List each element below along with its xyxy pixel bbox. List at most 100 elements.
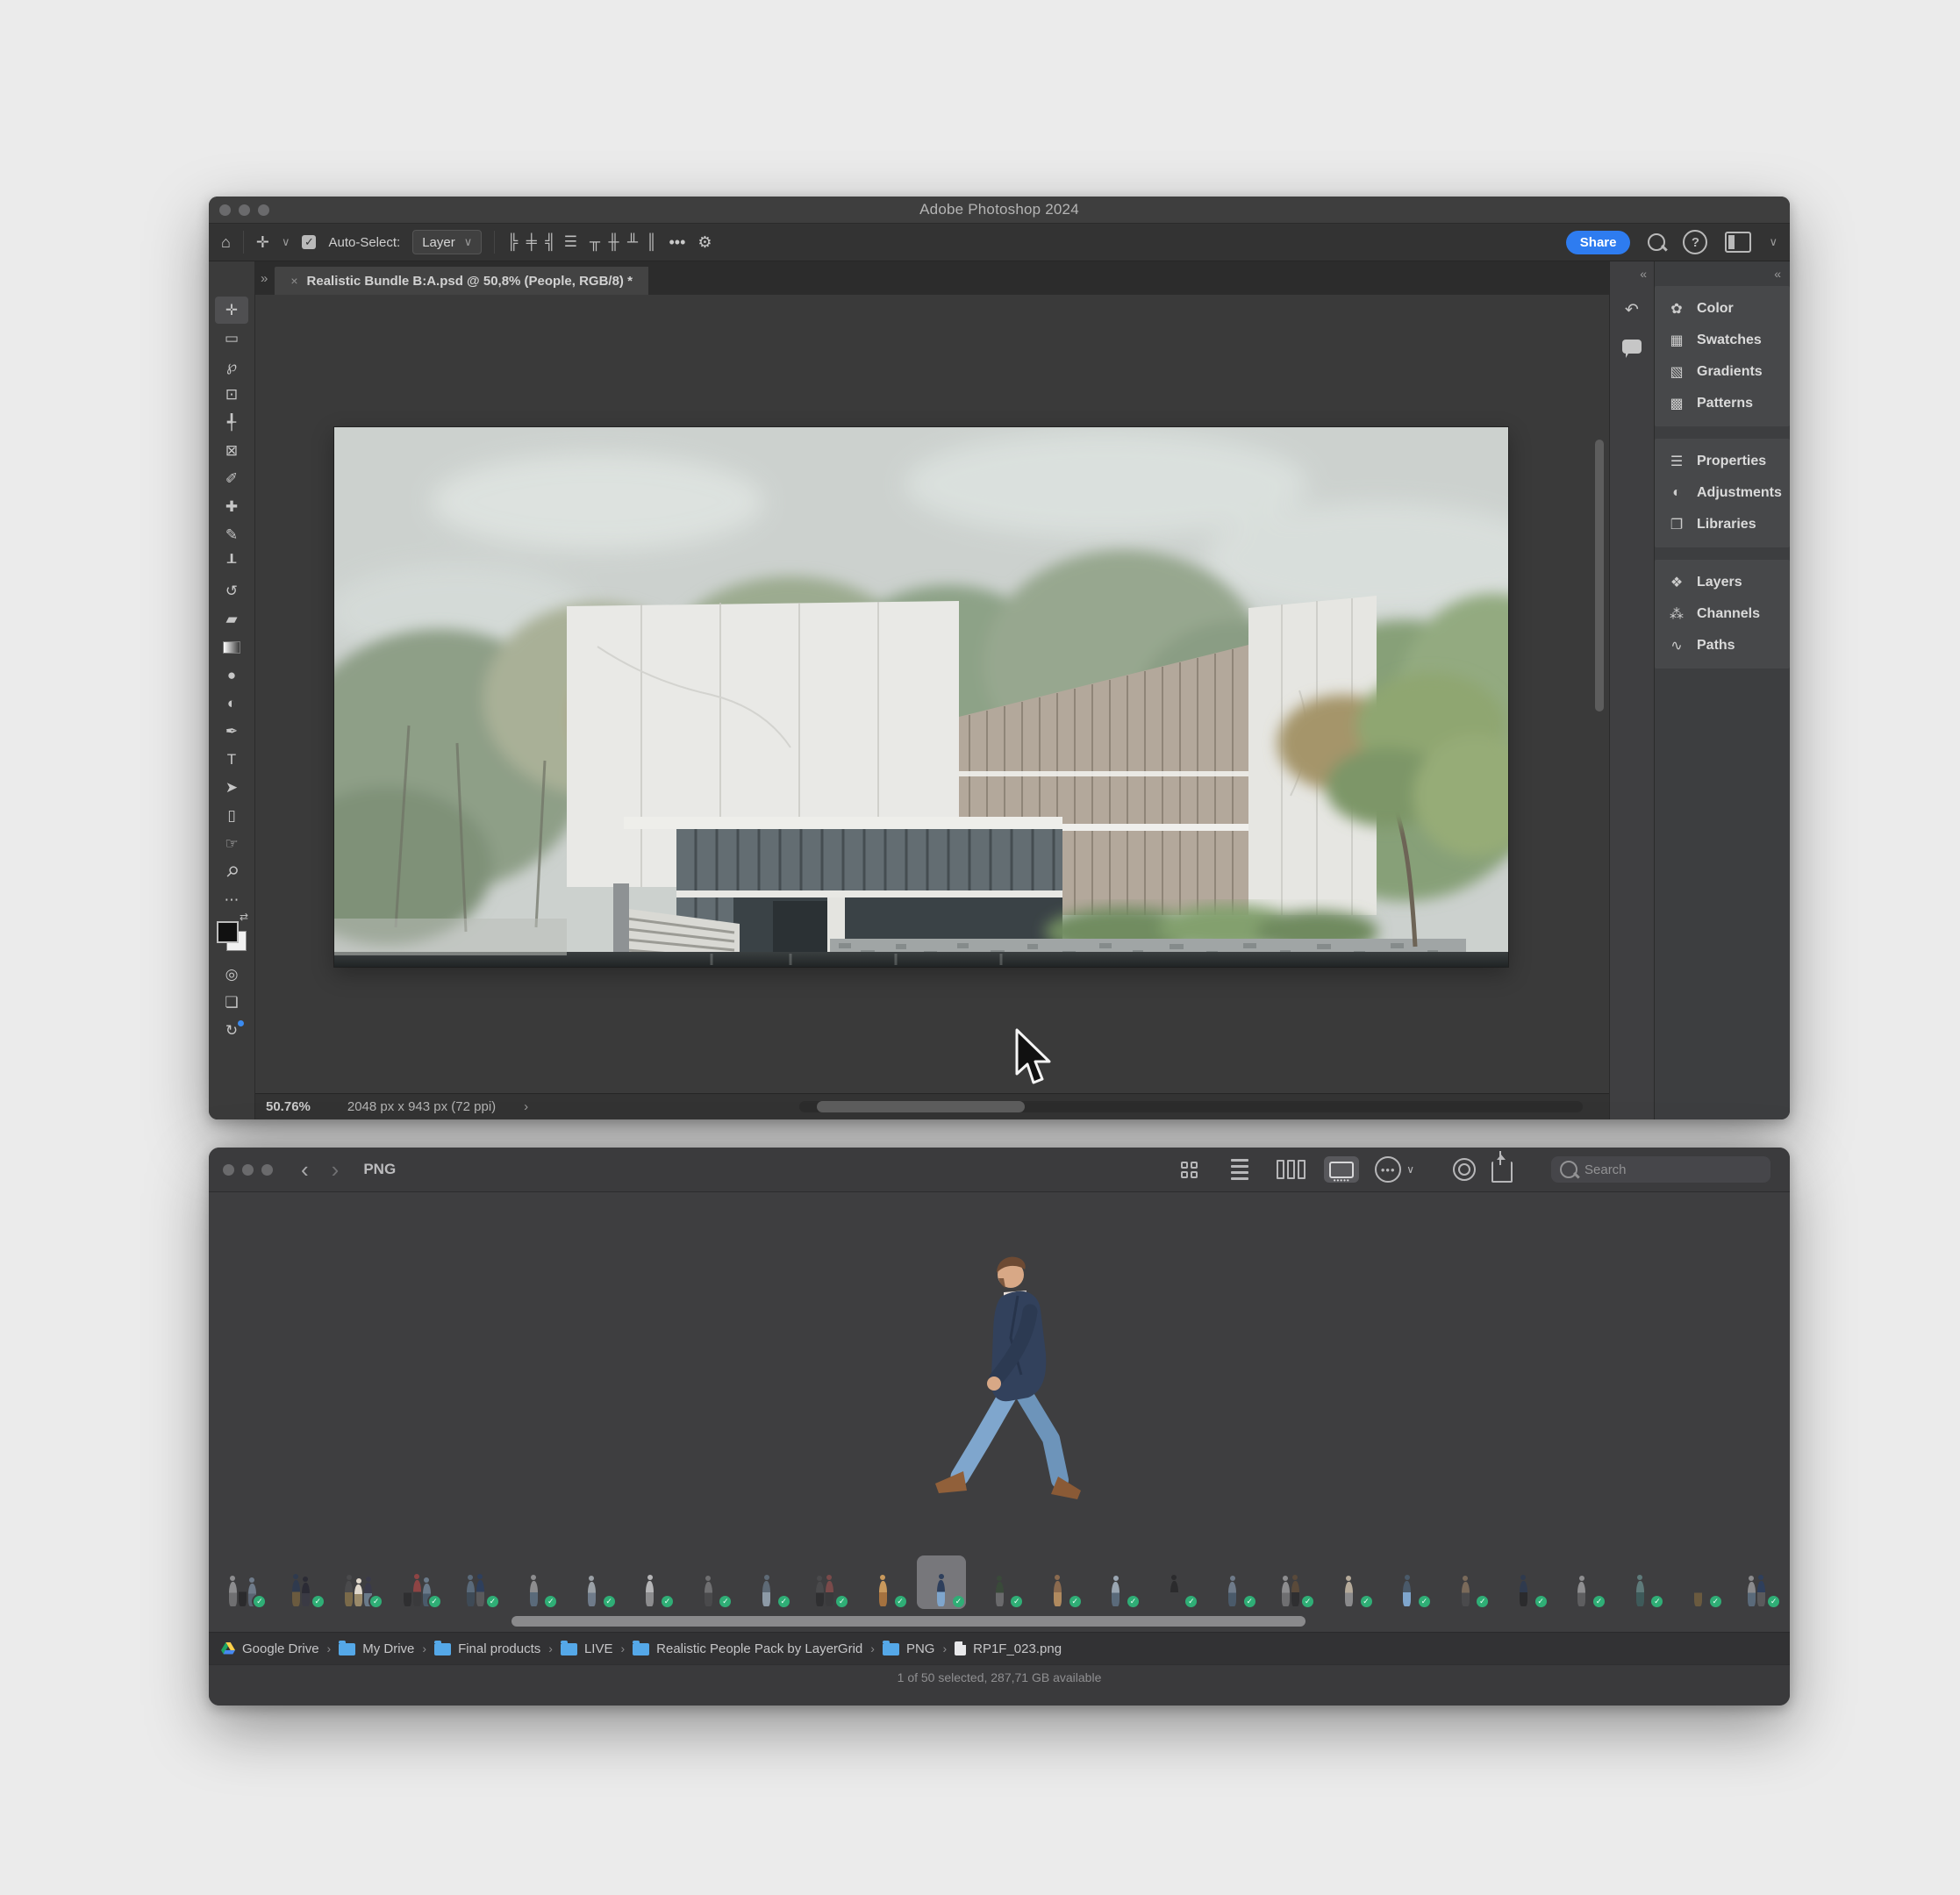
filmstrip-thumbnail[interactable]: ✓ <box>392 1555 441 1609</box>
breadcrumb-item[interactable]: RP1F_023.png <box>955 1641 1062 1656</box>
panel-tab-swatches[interactable]: ▦Swatches <box>1655 325 1790 356</box>
panel-tab-adjustments[interactable]: ◐Adjustments <box>1655 477 1790 509</box>
filmstrip-thumbnail[interactable]: ✓ <box>626 1555 675 1609</box>
document-tab[interactable]: × Realistic Bundle B:A.psd @ 50,8% (Peop… <box>275 267 648 295</box>
quick-mask-icon[interactable]: ◎ <box>215 961 248 988</box>
horizontal-scrollbar-thumb[interactable] <box>817 1101 1025 1112</box>
comments-panel-icon[interactable] <box>1622 340 1642 354</box>
distribute-buttons[interactable]: ╥ ╫ ╨ ║ <box>590 233 657 251</box>
breadcrumb-item[interactable]: PNG <box>883 1641 935 1656</box>
marquee-tool-icon[interactable]: ▭ <box>215 325 248 352</box>
panel-tab-channels[interactable]: ⁂Channels <box>1655 598 1790 630</box>
filmstrip-thumbnail[interactable]: ✓ <box>509 1555 558 1609</box>
breadcrumb-item[interactable]: Final products <box>434 1641 540 1656</box>
rectangle-tool-icon[interactable]: ▯ <box>215 802 248 829</box>
filmstrip-thumbnail[interactable]: ✓ <box>1091 1555 1141 1609</box>
type-tool-icon[interactable]: T <box>215 746 248 773</box>
swap-colors-icon[interactable]: ⇄ <box>240 911 248 923</box>
filmstrip-thumbnail[interactable]: ✓ <box>1383 1555 1432 1609</box>
panel-tab-color[interactable]: ✿Color <box>1655 293 1790 325</box>
column-view-button[interactable] <box>1273 1156 1308 1183</box>
group-menu-button[interactable]: •••∨ <box>1375 1156 1414 1183</box>
gallery-view-button[interactable] <box>1324 1156 1359 1183</box>
eyedropper-tool-icon[interactable]: ✐ <box>215 465 248 492</box>
search-icon[interactable] <box>1648 233 1665 251</box>
filmstrip-thumbnail-selected[interactable]: ✓ <box>917 1555 966 1609</box>
hand-tool-icon[interactable]: ☞ <box>215 830 248 857</box>
filmstrip-scrollbar[interactable] <box>209 1613 1790 1632</box>
panel-tab-paths[interactable]: ∿Paths <box>1655 630 1790 661</box>
canvas-image[interactable] <box>334 427 1508 967</box>
breadcrumb-item[interactable]: My Drive <box>339 1641 414 1656</box>
filmstrip-thumbnail[interactable]: ✓ <box>1149 1555 1198 1609</box>
share-icon[interactable] <box>1491 1162 1513 1183</box>
help-icon[interactable]: ? <box>1683 230 1707 254</box>
more-options-icon[interactable]: ••• <box>669 234 686 250</box>
move-tool-icon[interactable]: ✛ <box>215 297 248 324</box>
blur-tool-icon[interactable]: ● <box>215 661 248 689</box>
filmstrip-thumbnail[interactable]: ✓ <box>1732 1555 1781 1609</box>
filmstrip-thumbnail[interactable]: ✓ <box>1673 1555 1722 1609</box>
home-icon[interactable]: ⌂ <box>221 234 231 250</box>
filmstrip-thumbnail[interactable]: ✓ <box>1441 1555 1490 1609</box>
path-selection-tool-icon[interactable]: ➤ <box>215 774 248 801</box>
history-panel-icon[interactable]: ↶ <box>1625 300 1639 320</box>
filmstrip-thumbnail[interactable]: ✓ <box>275 1555 325 1609</box>
filmstrip-thumbnail[interactable]: ✓ <box>1557 1555 1606 1609</box>
filmstrip-thumbnail[interactable]: ✓ <box>800 1555 849 1609</box>
minimize-window-button[interactable] <box>242 1164 254 1176</box>
canvas-area[interactable] <box>255 295 1609 1093</box>
filmstrip-thumbnail[interactable]: ✓ <box>1033 1555 1082 1609</box>
gallery-preview-area[interactable] <box>209 1192 1790 1551</box>
photoshop-titlebar[interactable]: Adobe Photoshop 2024 <box>209 197 1790 224</box>
filmstrip-thumbnail[interactable]: ✓ <box>334 1555 383 1609</box>
filmstrip-thumbnail[interactable]: ✓ <box>1615 1555 1664 1609</box>
breadcrumb-item[interactable]: Realistic People Pack by LayerGrid <box>633 1641 862 1656</box>
frame-tool-icon[interactable]: ⊠ <box>215 437 248 464</box>
icon-view-button[interactable] <box>1171 1156 1206 1183</box>
filmstrip-thumbnail[interactable]: ✓ <box>975 1555 1024 1609</box>
status-chevron-icon[interactable]: › <box>524 1099 528 1114</box>
lasso-tool-icon[interactable]: ℘ <box>215 353 248 380</box>
filmstrip-thumbnail[interactable]: ✓ <box>451 1555 500 1609</box>
collapse-panels-icon[interactable]: » <box>255 271 275 295</box>
filmstrip-scrollbar-thumb[interactable] <box>511 1616 1305 1627</box>
edit-toolbar-icon[interactable]: ⋯ <box>215 886 248 913</box>
filmstrip-thumbnail[interactable]: ✓ <box>1324 1555 1373 1609</box>
collapse-dock-icon[interactable]: « <box>1640 267 1654 281</box>
filmstrip-thumbnail[interactable]: ✓ <box>567 1555 616 1609</box>
filmstrip-thumbnail[interactable]: ✓ <box>218 1555 267 1609</box>
foreground-background-colors[interactable]: ⇄ <box>217 921 247 951</box>
clone-stamp-tool-icon[interactable]: ┸ <box>215 549 248 576</box>
chevron-down-icon[interactable]: ∨ <box>282 235 290 249</box>
list-view-button[interactable] <box>1222 1156 1257 1183</box>
tags-icon[interactable] <box>1453 1158 1476 1181</box>
panel-tab-layers[interactable]: ❖Layers <box>1655 567 1790 598</box>
gradient-tool-icon[interactable] <box>215 633 248 661</box>
zoom-window-button[interactable] <box>261 1164 273 1176</box>
panel-tab-properties[interactable]: ☰Properties <box>1655 446 1790 477</box>
panel-tab-patterns[interactable]: ▩Patterns <box>1655 388 1790 419</box>
horizontal-scrollbar[interactable] <box>799 1101 1583 1112</box>
zoom-tool-icon[interactable]: ⚲ <box>215 858 248 885</box>
object-selection-tool-icon[interactable]: ⊡ <box>215 381 248 408</box>
filmstrip-thumbnail[interactable]: ✓ <box>1207 1555 1256 1609</box>
panel-tab-libraries[interactable]: ❐Libraries <box>1655 509 1790 540</box>
eraser-tool-icon[interactable]: ▰ <box>215 605 248 633</box>
finder-toolbar[interactable]: ‹ › PNG •••∨ Search <box>209 1148 1790 1192</box>
gear-icon[interactable]: ⚙ <box>697 234 712 250</box>
vertical-scrollbar[interactable] <box>1595 440 1604 712</box>
dodge-tool-icon[interactable]: ◐ <box>215 690 248 717</box>
history-brush-tool-icon[interactable]: ↺ <box>215 577 248 604</box>
collapse-panels-icon[interactable]: « <box>1655 265 1790 286</box>
filmstrip-thumbnail[interactable]: ✓ <box>741 1555 790 1609</box>
foreground-color-swatch[interactable] <box>217 921 239 943</box>
move-tool-icon[interactable]: ✛ <box>256 234 269 250</box>
filmstrip-thumbnail[interactable]: ✓ <box>1499 1555 1548 1609</box>
align-buttons[interactable]: ╠ ╪ ╣ ☰ <box>507 233 577 251</box>
close-tab-icon[interactable]: × <box>290 274 297 288</box>
filmstrip-thumbnail[interactable]: ✓ <box>858 1555 907 1609</box>
forward-icon[interactable]: › <box>332 1156 340 1183</box>
healing-brush-tool-icon[interactable]: ✚ <box>215 493 248 520</box>
layer-dropdown[interactable]: Layer ∨ <box>412 230 482 254</box>
